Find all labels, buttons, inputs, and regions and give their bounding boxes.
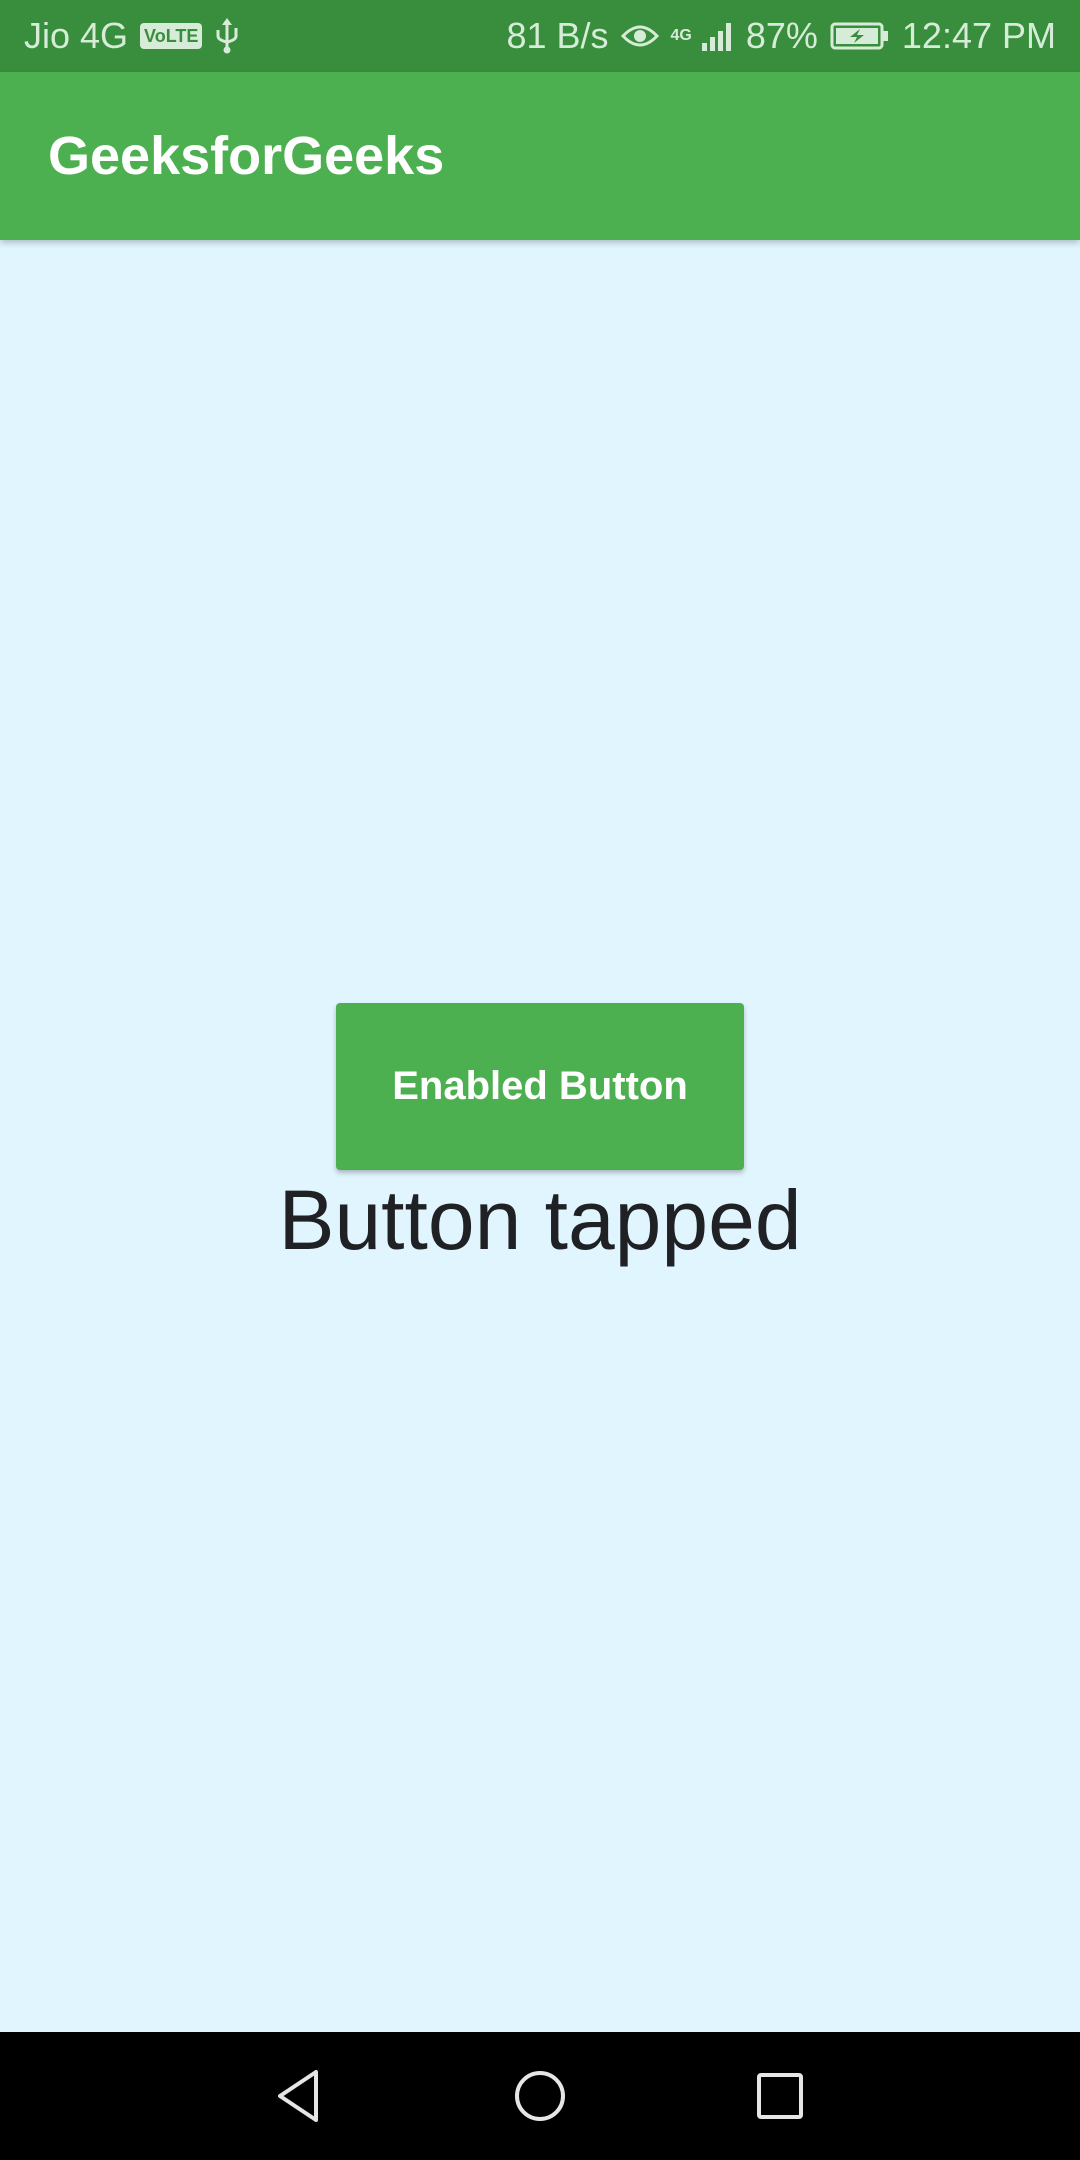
navigation-bar [0,2032,1080,2160]
status-bar: Jio 4G VoLTE 81 B/s 4G 87% 12:47 PM [0,0,1080,72]
enabled-button[interactable]: Enabled Button [336,1003,744,1170]
app-title: GeeksforGeeks [48,126,445,186]
battery-icon [830,21,890,51]
eye-icon [620,21,659,51]
recents-icon[interactable] [740,2056,820,2136]
status-left: Jio 4G VoLTE [24,15,240,57]
network-type: 4G [670,27,692,44]
volte-badge: VoLTE [140,23,203,49]
clock: 12:47 PM [901,15,1056,56]
battery-percent: 87% [745,15,818,56]
carrier-label: Jio 4G [24,15,129,56]
back-icon[interactable] [260,2056,340,2136]
button-status-text: Button tapped [278,1173,802,1267]
net-speed: 81 B/s [506,15,609,56]
app-bar: GeeksforGeeks [0,72,1080,240]
home-icon[interactable] [500,2056,580,2136]
signal-icon [700,21,734,51]
status-right: 81 B/s 4G 87% 12:47 PM [506,15,1056,57]
usb-icon [214,18,240,54]
